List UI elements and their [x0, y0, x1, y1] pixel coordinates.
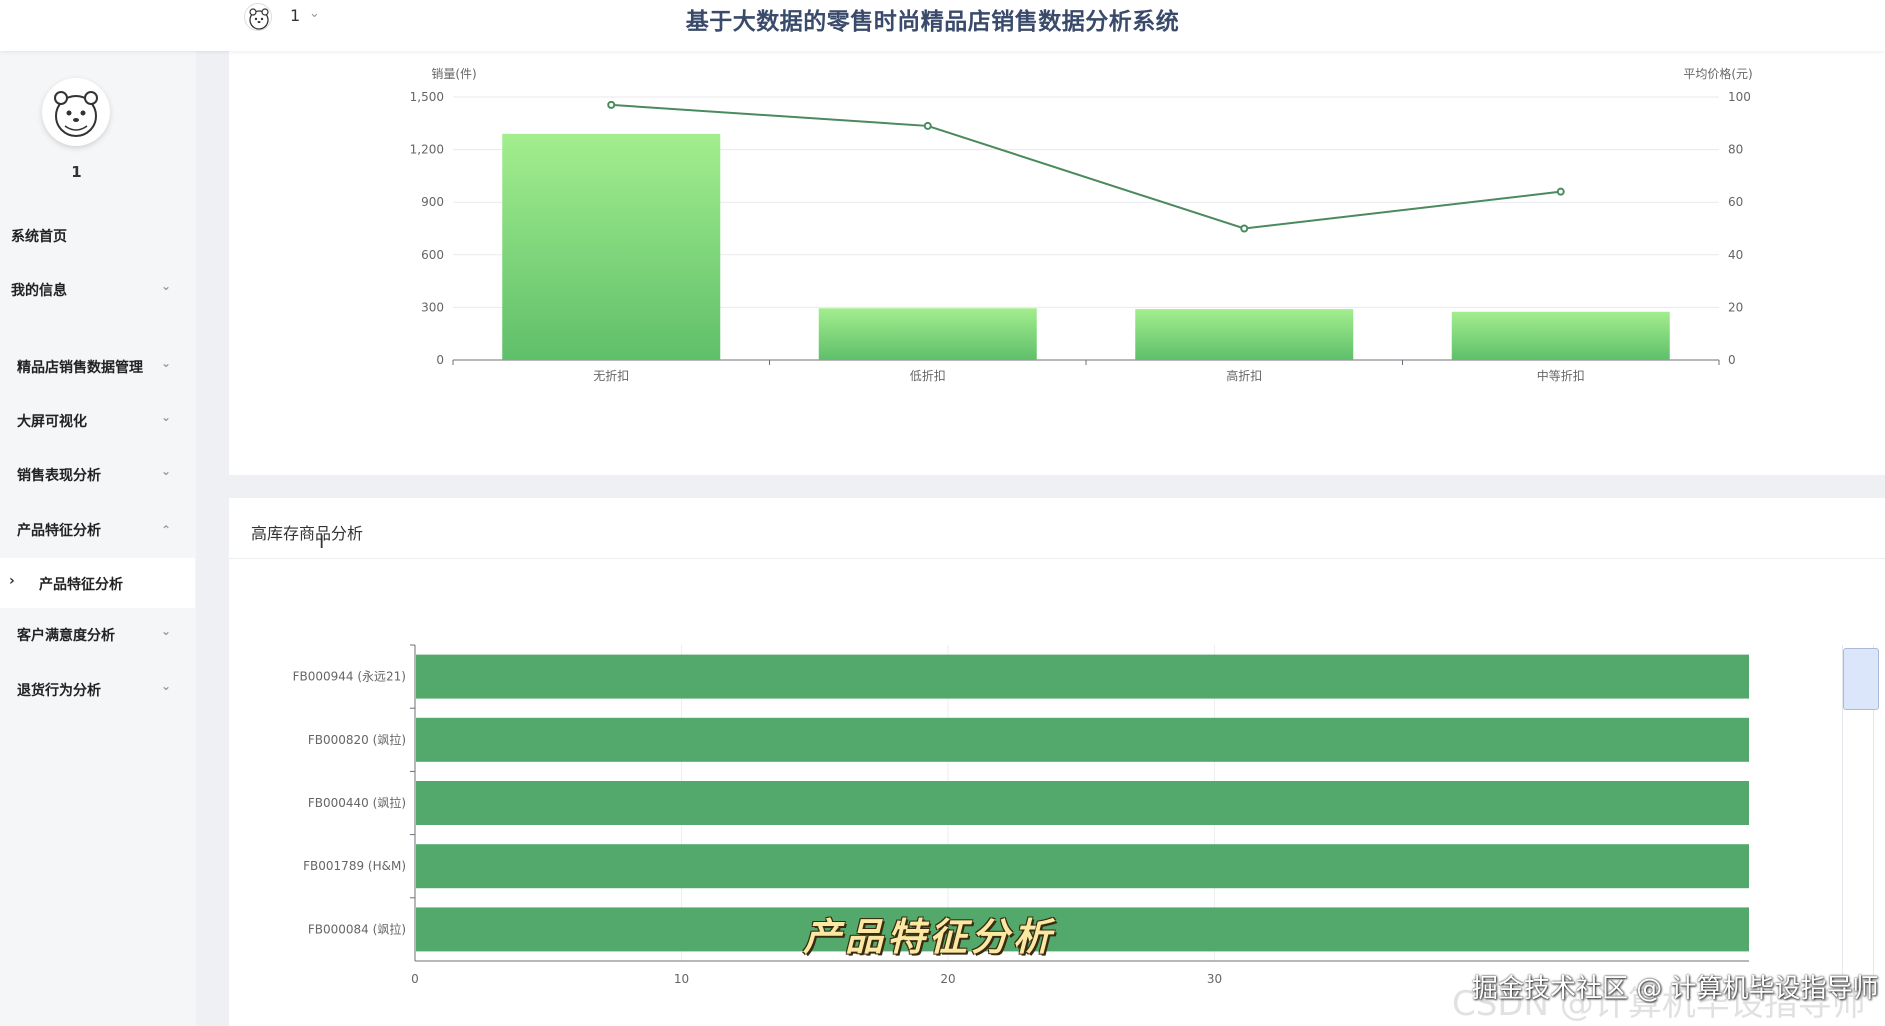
text-cursor-icon: I: [319, 532, 325, 553]
top-header: 1 ⌄ 基于大数据的零售时尚精品店销售数据分析系统: [0, 0, 1885, 51]
menu-label: 产品特征分析: [17, 523, 101, 539]
menu-item-sales-performance[interactable]: 销售表现分析 ⌄: [0, 456, 196, 492]
menu-label: 精品店销售数据管理: [17, 360, 143, 376]
y-tick-label: 1,500: [410, 90, 444, 104]
discount-chart-card: 销量(件) 平均价格(元) 0 300 600 900 1,200 1,500 0 20 40 60 8…: [229, 51, 1885, 475]
chevron-down-icon: ⌄: [161, 279, 172, 293]
menu-item-home[interactable]: 系统首页: [0, 217, 196, 253]
x-tick-label: 低折扣: [910, 368, 946, 383]
x-tick-label: 30: [1207, 972, 1222, 986]
bar: [1451, 311, 1670, 360]
bar: [818, 308, 1037, 360]
inventory-chart-card: 高库存商品分析 0 10 20 30 FB000944 (永远21) FB000820 (…: [229, 498, 1885, 1026]
menu-label: 客户满意度分析: [17, 628, 115, 644]
y-right-tick-label: 20: [1728, 300, 1743, 314]
chevron-up-icon: ⌃: [161, 523, 172, 537]
y-tick-label: FB001789 (H&M): [303, 859, 406, 873]
page-title: 基于大数据的零售时尚精品店销售数据分析系统: [685, 9, 1180, 35]
line-point: [607, 100, 616, 109]
datazoom-handle[interactable]: [1843, 648, 1879, 710]
menu-item-my-info[interactable]: 我的信息 ⌄: [0, 271, 196, 307]
x-tick-label: 20: [940, 972, 955, 986]
menu-item-sales-data-management[interactable]: 精品店销售数据管理 ⌄: [0, 348, 196, 384]
sidebar: 1 系统首页 我的信息 ⌄ 精品店销售数据管理 ⌄ 大屏可视化 ⌄ 销售表现分析…: [0, 51, 196, 1026]
x-tick-label: 中等折扣: [1537, 368, 1585, 383]
x-tick-label: 高折扣: [1226, 368, 1262, 383]
menu-label: 产品特征分析: [39, 577, 123, 593]
y-tick-label: 300: [421, 300, 444, 314]
y-tick-label: 600: [421, 248, 444, 262]
menu-item-customer-satisfaction[interactable]: 客户满意度分析 ⌄: [0, 616, 196, 652]
menu-item-product-features[interactable]: 产品特征分析 ⌃: [0, 511, 196, 547]
menu-label: 退货行为分析: [17, 683, 101, 699]
bar: [502, 133, 721, 360]
y-tick-label: 1,200: [410, 143, 444, 157]
y-right-tick-label: 80: [1728, 143, 1743, 157]
x-tick-label: 0: [411, 972, 419, 986]
chevron-down-icon: ⌄: [161, 410, 172, 424]
menu-label: 我的信息: [11, 283, 67, 299]
inventory-bar-chart: 0 10 20 30 FB000944 (永远21) FB000820 (飒拉) FB000…: [293, 644, 1749, 986]
video-caption: 产品特征分析: [803, 915, 1056, 959]
line-point: [923, 121, 932, 130]
bar: [416, 781, 1749, 825]
chevron-down-icon: ⌄: [161, 624, 172, 638]
y-tick-label: FB000944 (永远21): [293, 670, 406, 684]
menu-item-return-behavior[interactable]: 退货行为分析 ⌄: [0, 671, 196, 707]
discount-sales-chart: 销量(件) 平均价格(元) 0 300 600 900 1,200 1,500 0 20 40 60 8…: [410, 66, 1753, 383]
submenu-item-product-features[interactable]: › 产品特征分析: [0, 558, 195, 608]
y-axis-right-title: 平均价格(元): [1683, 66, 1752, 81]
watermark-juejin: 掘金技术社区 @ 计算机毕设指导师: [1472, 974, 1879, 1004]
y-tick-label: 0: [436, 353, 444, 367]
menu-label: 大屏可视化: [17, 414, 87, 430]
x-tick-label: 无折扣: [593, 368, 629, 383]
y-tick-label: 900: [421, 195, 444, 209]
hamster-avatar-icon: [54, 91, 98, 137]
y-tick-label: FB000440 (飒拉): [308, 795, 406, 810]
sidebar-username: 1: [71, 163, 82, 181]
y-right-tick-label: 60: [1728, 195, 1743, 209]
y-right-tick-label: 0: [1728, 353, 1736, 367]
chevron-right-icon: ›: [9, 573, 15, 589]
y-tick-label: FB000084 (飒拉): [308, 921, 406, 936]
y-right-tick-label: 40: [1728, 248, 1743, 262]
menu-label: 销售表现分析: [17, 468, 101, 484]
bar: [416, 717, 1749, 762]
bar: [1135, 309, 1354, 360]
menu-label: 系统首页: [11, 229, 67, 245]
line-point: [1240, 224, 1249, 233]
y-axis-title: 销量(件): [431, 67, 476, 81]
sidebar-avatar: [42, 78, 110, 146]
menu-item-big-screen[interactable]: 大屏可视化 ⌄: [0, 402, 196, 438]
chevron-down-icon: ⌄: [161, 356, 172, 370]
line-point: [1556, 187, 1565, 196]
y-tick-label: FB000820 (飒拉): [308, 732, 406, 747]
price-line: [611, 103, 1561, 230]
bar: [416, 844, 1749, 889]
bar: [416, 907, 1749, 952]
chevron-down-icon: ⌄: [161, 464, 172, 478]
chevron-down-icon: ⌄: [161, 679, 172, 693]
bar: [416, 654, 1749, 699]
x-tick-label: 10: [674, 972, 689, 986]
y-right-tick-label: 100: [1728, 90, 1751, 104]
